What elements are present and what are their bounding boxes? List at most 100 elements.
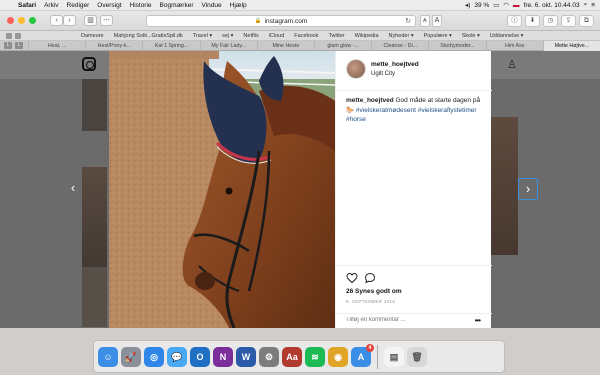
dock-launchpad-icon[interactable]: 🚀 [121, 346, 141, 367]
minimize-window-button[interactable] [18, 17, 25, 24]
browser-tab[interactable]: Storbymoder... [428, 40, 485, 51]
favorite-link[interactable]: iCloud [264, 33, 290, 39]
browser-tab-active[interactable]: Mette Højtve... [542, 40, 600, 51]
downloads-icon[interactable]: ⬇ [525, 15, 540, 27]
favorite-folder[interactable]: Skole ▾ [457, 33, 485, 39]
share-icon[interactable]: ⇪ [561, 15, 576, 27]
avatar[interactable] [346, 59, 366, 79]
browser-tab[interactable]: Hest/Pony-k... [85, 40, 142, 51]
dock-trash-icon[interactable]: 🗑 [407, 346, 427, 367]
hashtag-link[interactable]: #vielskeraflystetimer [418, 107, 477, 114]
favorite-folder[interactable]: Populære ▾ [419, 33, 457, 39]
text-smaller-button[interactable]: A [420, 15, 430, 27]
favorite-link[interactable]: Netflix [238, 33, 263, 39]
clock[interactable]: fre. 6. okt. 10.44.03 [524, 2, 580, 9]
tab-nav-right-icon[interactable]: L [15, 42, 23, 49]
menu-app-name[interactable]: Safari [14, 2, 40, 9]
dock-finder-icon[interactable]: ☺ [98, 346, 118, 367]
forward-button[interactable]: › [63, 15, 76, 26]
wifi-icon[interactable]: ◠ [503, 1, 509, 9]
favorite-folder[interactable]: Travel ▾ [188, 33, 217, 39]
tabs-overview-icon[interactable]: ⧉ [579, 15, 594, 27]
browser-tab[interactable]: Heat, ... [28, 40, 85, 51]
favorite-link[interactable]: Mahjong Solit...GratisSpil.dk [109, 33, 188, 39]
notification-badge: 4 [366, 343, 374, 352]
post-actions: 26 Synes godt om 9. SEPTEMBER 2016 [336, 265, 492, 315]
profile-icon[interactable]: ♙ [507, 58, 517, 71]
flag-icon[interactable]: ▬ [513, 2, 520, 9]
zoom-window-button[interactable] [29, 17, 36, 24]
menu-vindue[interactable]: Vindue [198, 2, 226, 9]
menu-bogmaerker[interactable]: Bogmærker [156, 2, 198, 9]
post-location[interactable]: Ugilt City [371, 71, 395, 77]
dock-system-preferences-icon[interactable]: ⚙ [259, 346, 279, 367]
volume-icon[interactable]: ◂) [465, 1, 470, 9]
favorite-folder[interactable]: sej ▾ [217, 33, 238, 39]
menu-arkiv[interactable]: Arkiv [40, 2, 62, 9]
browser-tab[interactable]: Cleanse - Di... [371, 40, 428, 51]
browser-tab[interactable]: Mine Heste [256, 40, 314, 51]
menu-hjaelp[interactable]: Hjælp [226, 2, 251, 9]
lock-icon: 🔒 [254, 18, 262, 24]
reload-icon[interactable]: ↻ [405, 17, 411, 25]
dock-dictionary-icon[interactable]: Aa [282, 346, 302, 367]
caption-username[interactable]: mette_hoejtved [346, 97, 394, 104]
address-bar[interactable]: 🔒 instagram.com ↻ [146, 15, 416, 27]
post-caption: mette_hoejtved God måde at starte dagen … [346, 96, 486, 125]
hashtag-link[interactable]: #vielskeratmødesent [356, 107, 416, 114]
dock-outlook-icon[interactable]: O [190, 346, 210, 367]
hashtag-link[interactable]: #horse [346, 116, 366, 123]
menu-historie[interactable]: Historie [126, 2, 156, 9]
dock-onenote-icon[interactable]: N [213, 346, 233, 367]
more-options-icon[interactable]: ••• [475, 316, 481, 325]
menu-rediger[interactable]: Rediger [63, 2, 94, 9]
back-button[interactable]: ‹ [50, 15, 63, 26]
dock-safari-icon[interactable]: ◎ [144, 346, 164, 367]
history-icon[interactable]: ◷ [543, 15, 558, 27]
post-username[interactable]: mette_hoejtved [371, 61, 419, 68]
instagram-page: ♙ ‹ › mette_hoejtved Ugilt City mette_ho… [0, 51, 600, 328]
window-controls [7, 17, 36, 24]
text-larger-button[interactable]: A [431, 15, 443, 27]
dock-documents-icon[interactable]: ▤ [384, 346, 404, 367]
search-icon[interactable]: ⌕ [584, 1, 588, 9]
favorite-link[interactable]: Facebook [289, 33, 323, 39]
list-icon[interactable]: ≡ [591, 2, 595, 9]
comment-input[interactable] [346, 317, 456, 323]
sidebar-icon[interactable]: ▥ [84, 15, 97, 26]
favorite-link[interactable]: Twitter [323, 33, 349, 39]
browser-tab[interactable]: Him Ass [485, 40, 543, 51]
instagram-logo-icon[interactable] [82, 57, 96, 71]
previous-post-arrow-icon[interactable]: ‹ [63, 178, 83, 200]
desktop-dock-area: ☺ 🚀 ◎ 💬 O N W ⚙ Aa ≋ ◉ A 4 ▤ 🗑 [0, 328, 600, 375]
battery-percent[interactable]: 39 % [474, 2, 489, 9]
favorite-folder[interactable]: Uddannelse ▾ [485, 33, 529, 39]
post-modal: mette_hoejtved Ugilt City mette_hoejtved… [109, 51, 492, 328]
likes-count[interactable]: 26 Synes godt om [346, 288, 402, 295]
browser-tab[interactable]: Kat 1 Spring... [142, 40, 199, 51]
close-window-button[interactable] [7, 17, 14, 24]
reading-list-icon[interactable] [6, 32, 12, 39]
menu-bar: Safari Arkiv Rediger Oversigt Historie B… [0, 0, 600, 11]
favorite-folder[interactable]: Nyheder ▾ [384, 33, 419, 39]
extension-icon[interactable]: ⓘ [507, 15, 522, 27]
browser-tab[interactable]: My Fair Lady... [199, 40, 257, 51]
menu-oversigt[interactable]: Oversigt [93, 2, 125, 9]
favorite-link[interactable]: Dameure [76, 33, 109, 39]
next-post-arrow-icon[interactable]: › [518, 178, 538, 200]
browser-tab[interactable]: glam glow -... [314, 40, 371, 51]
dock-word-icon[interactable]: W [236, 346, 256, 367]
dock-separator [377, 344, 378, 369]
dock-chrome-icon[interactable]: ◉ [328, 346, 348, 367]
dock-app-store-icon[interactable]: A4 [351, 343, 374, 367]
dock-messages-icon[interactable]: 💬 [167, 346, 187, 367]
bookmarks-icon[interactable] [15, 32, 21, 39]
comment-bubble-icon[interactable] [364, 272, 376, 284]
top-sites-icon[interactable]: ⋯ [100, 15, 113, 26]
favorite-link[interactable]: Wikipedia [350, 33, 384, 39]
dock-spotify-icon[interactable]: ≋ [305, 346, 325, 367]
battery-icon[interactable]: ▭ [493, 1, 499, 9]
like-heart-icon[interactable] [346, 272, 358, 284]
post-photo[interactable] [109, 51, 335, 328]
tab-nav-left-icon[interactable]: L [4, 42, 12, 49]
